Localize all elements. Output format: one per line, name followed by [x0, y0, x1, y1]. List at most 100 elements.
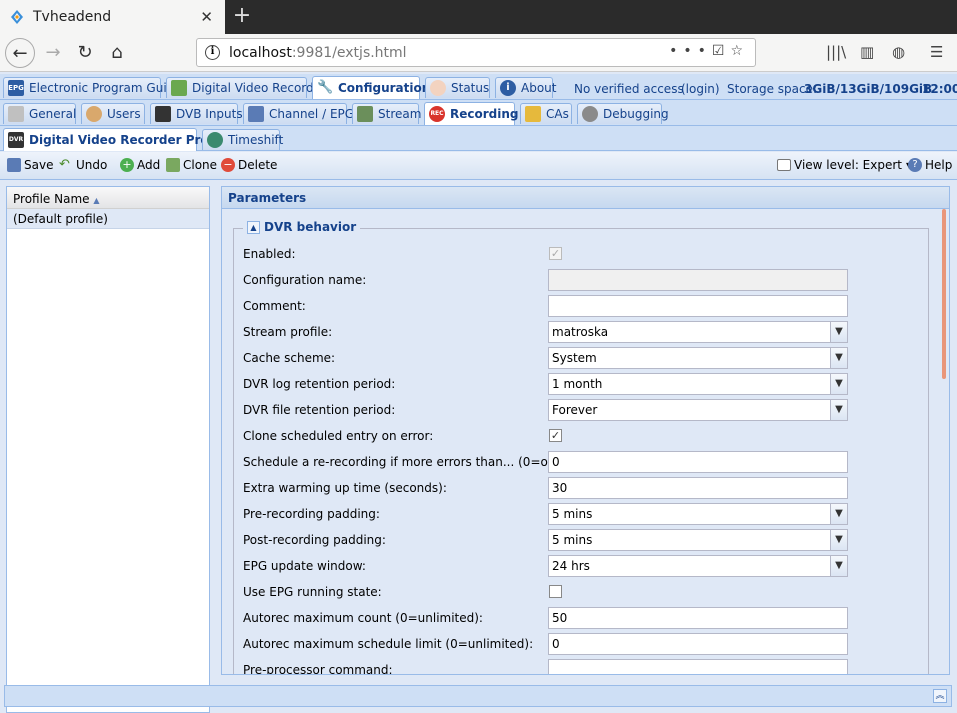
main-tab-strip: EPG Electronic Program Guide Digital Vid… — [0, 74, 957, 100]
menu-icon[interactable]: ☰ — [930, 43, 943, 61]
add-button[interactable]: + Add — [120, 158, 160, 172]
field-label: Enabled: — [243, 247, 296, 261]
bookmark-star-icon[interactable]: ☆ — [730, 43, 749, 59]
scrollbar[interactable] — [942, 209, 946, 379]
tools-icon — [8, 106, 24, 122]
checkbox[interactable]: ✓ — [549, 429, 562, 442]
text-field[interactable]: 0 — [548, 451, 848, 473]
page-actions-icon[interactable]: ••• — [669, 43, 712, 59]
field-value: 1 month — [552, 377, 603, 391]
clock: 12:00 — [922, 82, 957, 96]
chevron-down-icon[interactable]: ▼ — [830, 374, 847, 394]
field-label: Autorec maximum schedule limit (0=unlimi… — [243, 637, 534, 651]
tab-recording[interactable]: REC Recording — [424, 102, 519, 125]
checkbox[interactable] — [549, 585, 562, 598]
undo-button[interactable]: ↶ Undo — [59, 158, 107, 173]
select-field[interactable]: Forever ▼ — [548, 399, 848, 421]
tv-icon — [248, 106, 264, 122]
select-field[interactable]: 5 mins ▼ — [548, 529, 848, 551]
site-info-icon[interactable]: i — [205, 45, 220, 60]
column-header-profile-name[interactable]: Profile Name ▲ — [7, 187, 209, 209]
bug-icon — [582, 106, 598, 122]
close-tab-icon[interactable]: ✕ — [200, 8, 213, 26]
tab-digital-video-recorder[interactable]: Digital Video Recorder — [166, 77, 326, 98]
form-row: EPG update window: 24 hrs ▼ — [243, 555, 853, 577]
view-level-select[interactable]: View level: Expert ▼ — [777, 158, 912, 172]
eye-icon — [430, 80, 446, 96]
field-value: matroska — [552, 325, 609, 339]
save-button[interactable]: Save — [7, 158, 53, 172]
tab-dvb-inputs[interactable]: DVB Inputs — [150, 103, 243, 124]
expand-up-icon[interactable]: ︽ — [933, 689, 947, 703]
tab-debugging[interactable]: Debugging — [577, 103, 669, 124]
account-icon[interactable]: ◍ — [892, 43, 905, 61]
browser-tab[interactable]: Tvheadend ✕ — [0, 0, 225, 34]
tab-about[interactable]: i About — [495, 77, 556, 98]
field-label: Comment: — [243, 299, 306, 313]
new-tab-icon[interactable]: + — [232, 4, 252, 30]
home-icon[interactable]: ⌂ — [102, 38, 132, 68]
field-label: Pre-recording padding: — [243, 507, 380, 521]
field-label: Post-recording padding: — [243, 533, 386, 547]
select-field[interactable]: 1 month ▼ — [548, 373, 848, 395]
pocket-icon[interactable]: ☑ — [712, 43, 731, 59]
help-icon: ? — [908, 158, 922, 172]
tab-dvr-profiles[interactable]: DVR Digital Video Recorder Profiles — [3, 128, 237, 151]
text-field[interactable] — [548, 659, 848, 674]
tab-channel-epg[interactable]: Channel / EPG — [243, 103, 354, 124]
chevron-down-icon[interactable]: ▼ — [830, 400, 847, 420]
collapse-icon[interactable]: ▲ — [247, 220, 260, 234]
tab-general[interactable]: General — [3, 103, 76, 124]
recording-tab-strip: DVR Digital Video Recorder Profiles Time… — [0, 126, 957, 151]
sidebar-icon[interactable]: ▥ — [860, 43, 874, 61]
tab-electronic-program-guide[interactable]: EPG Electronic Program Guide — [3, 77, 182, 98]
chevron-down-icon[interactable]: ▼ — [830, 504, 847, 524]
url-bar[interactable]: i localhost:9981/extjs.html •••☑☆ — [196, 38, 756, 67]
chevron-down-icon[interactable]: ▼ — [830, 348, 847, 368]
field-value: 0 — [552, 637, 560, 651]
tab-cas[interactable]: CAs — [520, 103, 572, 124]
login-link[interactable]: (login) — [681, 82, 720, 96]
tab-stream[interactable]: Stream — [352, 103, 421, 124]
tab-status[interactable]: Status — [425, 77, 490, 98]
back-icon[interactable]: ← — [5, 38, 35, 68]
form-row: Use EPG running state: — [243, 581, 853, 603]
parameters-panel: Parameters ▲ DVR behavior Enabled: ✓ Confi… — [221, 186, 950, 675]
text-field[interactable]: 50 — [548, 607, 848, 629]
form-row: Configuration name: — [243, 269, 853, 291]
help-button[interactable]: ? Help — [908, 158, 952, 172]
select-field[interactable]: matroska ▼ — [548, 321, 848, 343]
chevron-down-icon[interactable]: ▼ — [830, 556, 847, 576]
chevron-down-icon[interactable]: ▼ — [830, 530, 847, 550]
browser-titlebar: Tvheadend ✕ + — [0, 0, 957, 34]
browser-navbar: ← → ↻ ⌂ i localhost:9981/extjs.html •••☑… — [0, 34, 957, 72]
table-row[interactable]: (Default profile) — [7, 209, 209, 229]
stream-icon — [357, 106, 373, 122]
field-label: Extra warming up time (seconds): — [243, 481, 447, 495]
delete-button[interactable]: − Delete — [221, 158, 277, 172]
select-field[interactable]: 5 mins ▼ — [548, 503, 848, 525]
url-text[interactable]: localhost:9981/extjs.html — [229, 45, 407, 61]
dvr-behavior-legend[interactable]: ▲ DVR behavior — [243, 220, 361, 234]
profile-toolbar: Save ↶ Undo + Add Clone − Delete View le… — [0, 152, 957, 180]
info-icon: i — [500, 80, 516, 96]
field-value: 30 — [552, 481, 568, 495]
chevron-down-icon[interactable]: ▼ — [830, 322, 847, 342]
tab-timeshift[interactable]: Timeshift — [202, 129, 283, 150]
wrench-icon: 🔧 — [317, 80, 334, 95]
field-value: 24 hrs — [552, 559, 590, 573]
text-field[interactable] — [548, 295, 848, 317]
forward-icon[interactable]: → — [38, 38, 68, 68]
reload-icon[interactable]: ↻ — [70, 38, 100, 68]
field-value: 5 mins — [552, 533, 593, 547]
clone-button[interactable]: Clone — [166, 158, 217, 172]
text-field[interactable]: 0 — [548, 633, 848, 655]
library-icon[interactable]: |||\ — [826, 43, 846, 61]
text-field[interactable]: 30 — [548, 477, 848, 499]
select-field[interactable]: 24 hrs ▼ — [548, 555, 848, 577]
form-row: Comment: — [243, 295, 853, 317]
tab-configuration[interactable]: 🔧 Configuration — [312, 76, 430, 99]
form-row: Pre-recording padding: 5 mins ▼ — [243, 503, 853, 525]
tab-users[interactable]: Users — [81, 103, 145, 124]
select-field[interactable]: System ▼ — [548, 347, 848, 369]
